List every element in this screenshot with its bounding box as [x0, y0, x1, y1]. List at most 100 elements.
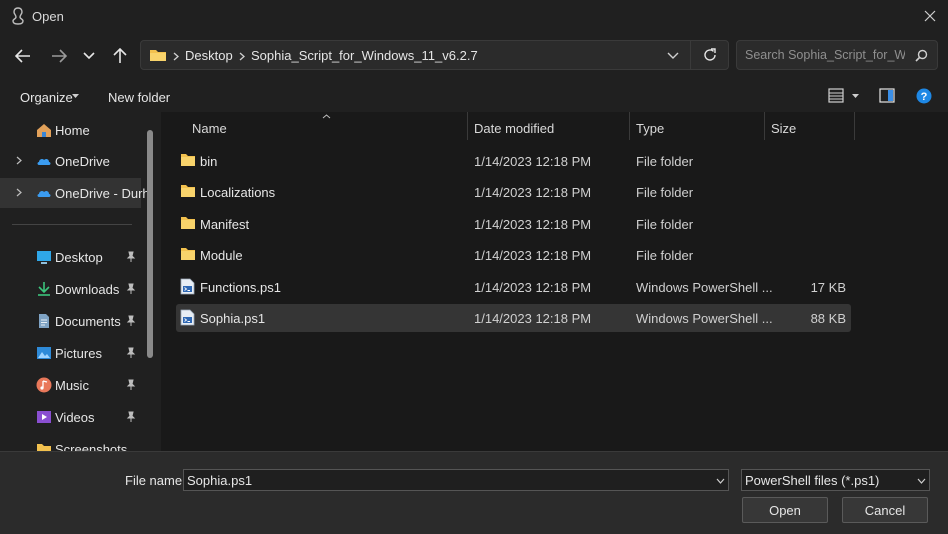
- table-row[interactable]: Manifest 1/14/2023 12:18 PM File folder: [176, 210, 851, 238]
- file-name: Module: [200, 248, 243, 263]
- chevron-right-icon: [239, 52, 245, 61]
- home-icon: [37, 124, 51, 137]
- arrow-left-icon: [15, 49, 30, 63]
- view-options-icon: [828, 88, 844, 103]
- file-size: 88 KB: [810, 311, 846, 326]
- file-date: 1/14/2023 12:18 PM: [474, 248, 592, 263]
- caret-down-icon: [72, 94, 79, 98]
- documents-icon: [39, 314, 49, 328]
- open-button[interactable]: Open: [742, 497, 828, 523]
- chevron-down-icon: [716, 478, 725, 484]
- file-date: 1/14/2023 12:18 PM: [474, 217, 592, 232]
- caret-down-icon: [852, 94, 859, 98]
- folder-icon: [181, 248, 195, 260]
- column-divider[interactable]: [629, 112, 630, 140]
- table-row[interactable]: Localizations 1/14/2023 12:18 PM File fo…: [176, 178, 851, 206]
- powershell-file-icon: [180, 278, 195, 295]
- folder-icon: [181, 185, 195, 197]
- breadcrumb-folder[interactable]: Sophia_Script_for_Windows_11_v6.2.7: [251, 48, 478, 63]
- table-row[interactable]: bin 1/14/2023 12:18 PM File folder: [176, 147, 851, 175]
- svg-text:?: ?: [921, 91, 928, 103]
- file-type: File folder: [636, 217, 694, 232]
- table-row[interactable]: Functions.ps1 1/14/2023 12:18 PM Windows…: [176, 273, 851, 301]
- file-name-combobox[interactable]: [183, 469, 729, 491]
- downloads-icon: [38, 282, 50, 296]
- file-date: 1/14/2023 12:18 PM: [474, 280, 592, 295]
- videos-icon: [37, 411, 51, 423]
- address-divider: [690, 41, 691, 69]
- table-row[interactable]: Module 1/14/2023 12:18 PM File folder: [176, 241, 851, 269]
- column-divider[interactable]: [764, 112, 765, 140]
- chevron-right-icon: [16, 188, 22, 197]
- close-button[interactable]: [916, 4, 944, 28]
- sidebar-item-pictures[interactable]: Pictures: [0, 338, 141, 368]
- breadcrumb-desktop[interactable]: Desktop: [185, 48, 233, 63]
- sidebar-item-onedrive[interactable]: OneDrive: [0, 146, 141, 176]
- sidebar-item-downloads[interactable]: Downloads: [0, 274, 141, 304]
- title-bar: [0, 0, 948, 32]
- sidebar-item-onedrive-durham[interactable]: OneDrive - Durh: [0, 178, 150, 208]
- back-button[interactable]: [10, 43, 36, 69]
- sidebar-item-documents[interactable]: Documents: [0, 306, 141, 336]
- new-folder-button[interactable]: New folder: [108, 90, 170, 105]
- window-title: Open: [32, 9, 64, 24]
- cancel-button[interactable]: Cancel: [842, 497, 928, 523]
- file-name: bin: [200, 154, 218, 169]
- pin-icon: [126, 283, 136, 294]
- address-bar[interactable]: Desktop Sophia_Script_for_Windows_11_v6.…: [140, 40, 729, 70]
- desktop-icon: [37, 251, 51, 264]
- music-icon: [36, 377, 52, 393]
- arrow-up-icon: [113, 48, 127, 63]
- file-list: Name Date modified Type Size bin 1/14/20…: [161, 112, 948, 451]
- column-header-size[interactable]: Size: [771, 121, 796, 136]
- chevron-down-icon: [917, 478, 926, 484]
- sidebar-item-videos[interactable]: Videos: [0, 402, 141, 432]
- chevron-right-icon: [16, 156, 22, 165]
- sidebar-item-music[interactable]: Music: [0, 370, 141, 400]
- file-type: File folder: [636, 185, 694, 200]
- powershell-file-icon: [180, 309, 195, 326]
- column-divider[interactable]: [854, 112, 855, 140]
- pin-icon: [126, 411, 136, 422]
- folder-icon: [37, 444, 51, 451]
- pin-icon: [126, 347, 136, 358]
- column-divider[interactable]: [467, 112, 468, 140]
- column-header-date[interactable]: Date modified: [474, 121, 554, 136]
- refresh-icon: [704, 48, 716, 61]
- file-type: File folder: [636, 248, 694, 263]
- file-name: Sophia.ps1: [200, 311, 266, 326]
- file-name: Manifest: [200, 217, 250, 232]
- up-button[interactable]: [107, 43, 133, 69]
- chevron-down-icon: [667, 52, 679, 59]
- file-type: File folder: [636, 154, 694, 169]
- arrow-right-icon: [52, 49, 67, 63]
- navigation-pane: Home OneDrive OneDrive - Durh Desktop Do…: [0, 112, 160, 451]
- column-header-type[interactable]: Type: [636, 121, 664, 136]
- app-icon: [10, 7, 26, 25]
- sidebar-item-desktop[interactable]: Desktop: [0, 242, 141, 272]
- sidebar-item-home[interactable]: Home: [0, 115, 141, 145]
- chevron-right-icon: [173, 52, 179, 61]
- pin-icon: [126, 315, 136, 326]
- file-date: 1/14/2023 12:18 PM: [474, 185, 592, 200]
- search-input[interactable]: [745, 48, 905, 62]
- search-box[interactable]: [736, 40, 938, 70]
- column-header-name[interactable]: Name: [192, 121, 227, 136]
- sidebar-separator: [12, 224, 132, 225]
- forward-button[interactable]: [46, 43, 72, 69]
- help-icon: ?: [916, 88, 932, 104]
- sidebar-scrollbar[interactable]: [147, 130, 153, 358]
- organize-button[interactable]: Organize: [20, 90, 73, 105]
- file-type-select[interactable]: PowerShell files (*.ps1): [741, 469, 930, 491]
- table-row-selected[interactable]: Sophia.ps1 1/14/2023 12:18 PM Windows Po…: [176, 304, 851, 332]
- file-type: Windows PowerShell ...: [636, 280, 773, 295]
- sidebar-item-screenshots[interactable]: Screenshots: [0, 434, 141, 451]
- file-name-input[interactable]: [187, 473, 687, 488]
- pin-icon: [126, 379, 136, 390]
- chevron-down-icon: [83, 52, 95, 60]
- sort-up-icon: [322, 114, 331, 119]
- pictures-icon: [37, 347, 51, 359]
- recent-locations-button[interactable]: [76, 43, 102, 69]
- folder-icon: [150, 50, 166, 61]
- preview-pane-icon: [879, 88, 895, 103]
